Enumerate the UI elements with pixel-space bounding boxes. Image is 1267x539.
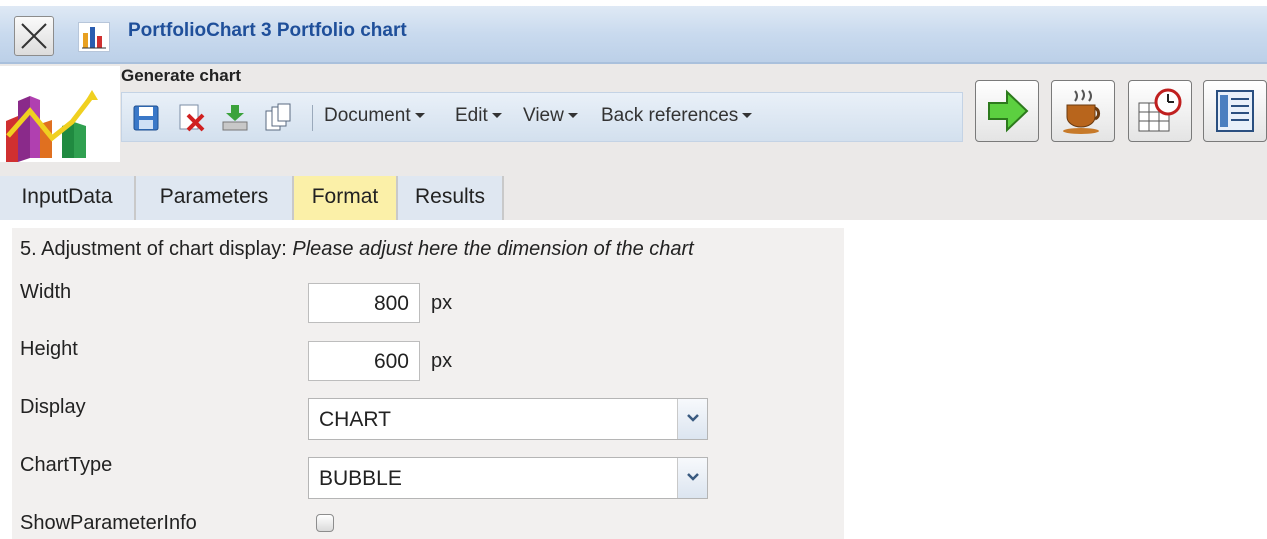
charttype-label: ChartType [20,454,113,476]
showparameterinfo-label: ShowParameterInfo [20,512,197,534]
run-button[interactable] [975,80,1039,142]
save-icon[interactable] [131,103,161,133]
menu-edit[interactable]: Edit [455,105,502,127]
copy-icon[interactable] [263,103,293,133]
chevron-down-icon [686,473,699,481]
chevron-down-icon [491,113,502,119]
display-select[interactable]: CHART [308,398,708,440]
run-arrow-icon [988,89,1029,133]
chevron-down-icon [686,414,699,422]
menu-view[interactable]: View [523,105,578,127]
chevron-down-icon [742,113,753,119]
format-form: 5. Adjustment of chart display: Please a… [12,228,844,539]
tab-parameters[interactable]: Parameters [136,176,294,220]
coffee-button[interactable] [1051,80,1115,142]
showparameterinfo-checkbox[interactable] [316,514,334,532]
download-icon[interactable] [220,103,250,133]
tab-results[interactable]: Results [398,176,504,220]
section-hint: Please adjust here the dimension of the … [292,238,694,260]
menu-back-references[interactable]: Back references [601,105,753,127]
charttype-dropdown-button[interactable] [677,458,707,498]
list-button[interactable] [1203,80,1267,142]
coffee-cup-icon [1063,89,1101,134]
delete-icon[interactable] [176,103,206,133]
calendar-clock-icon [1138,88,1182,132]
chart-app-icon [78,22,110,52]
document-toolbar: Document Edit View Back references [121,92,963,142]
close-icon [21,23,47,49]
section-title: 5. Adjustment of chart display: Please a… [20,238,694,260]
toolbar-separator [312,105,313,131]
header-label: Generate chart [121,66,241,85]
tab-format[interactable]: Format [294,176,398,220]
chevron-down-icon [567,113,578,119]
portfolio-chart-logo [0,66,120,162]
height-unit: px [431,350,453,372]
display-dropdown-button[interactable] [677,399,707,439]
menu-document[interactable]: Document [324,105,425,127]
window-title: PortfolioChart 3 Portfolio chart [128,20,407,41]
list-icon [1216,90,1254,132]
tab-inputdata[interactable]: InputData [0,176,136,220]
charttype-value: BUBBLE [319,467,402,490]
width-label: Width [20,281,72,303]
width-input[interactable]: 800 [308,283,420,323]
tab-bar: InputData Parameters Format Results [0,176,1267,220]
title-bar: PortfolioChart 3 Portfolio chart [0,6,1267,64]
width-unit: px [431,292,453,314]
height-input[interactable]: 600 [308,341,420,381]
display-label: Display [20,396,86,418]
height-label: Height [20,338,78,360]
display-value: CHART [319,408,391,431]
close-button[interactable] [14,16,54,56]
charttype-select[interactable]: BUBBLE [308,457,708,499]
chevron-down-icon [414,113,425,119]
schedule-button[interactable] [1128,80,1192,142]
